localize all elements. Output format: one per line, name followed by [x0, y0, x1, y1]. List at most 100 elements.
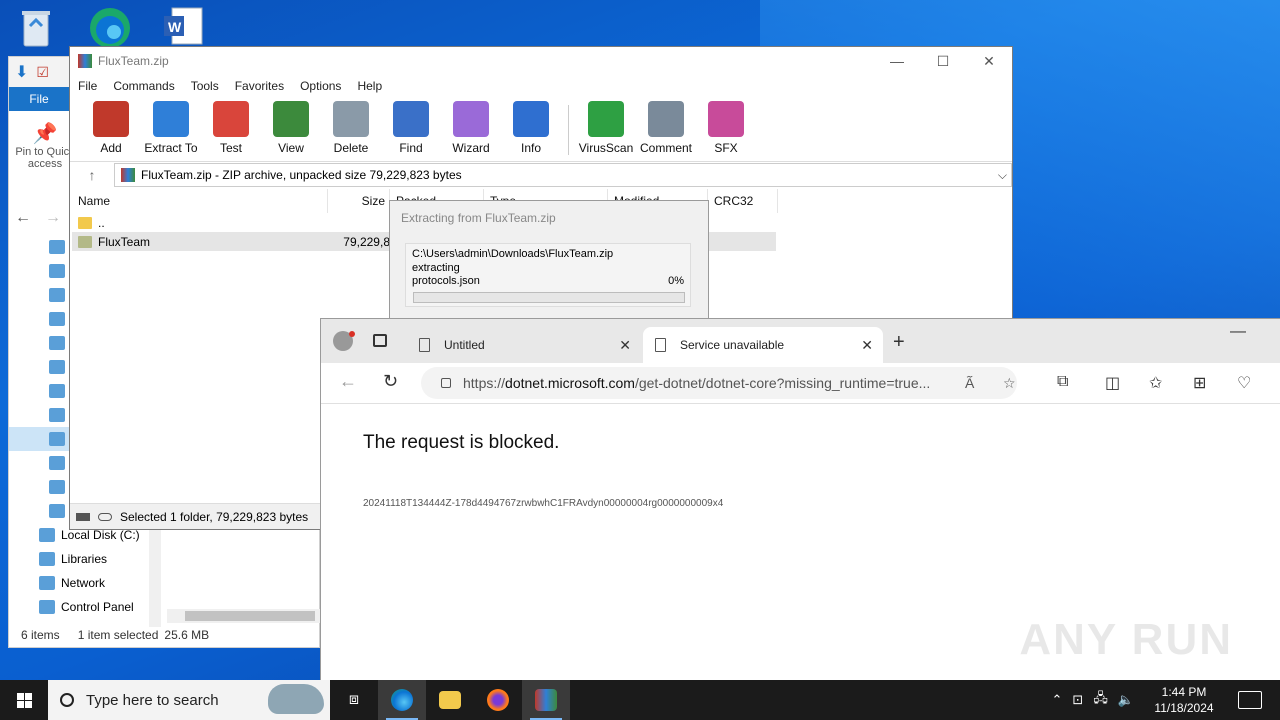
comment-icon [648, 101, 684, 137]
collections-icon[interactable]: ⊞ [1193, 373, 1206, 393]
recycle-bin-icon[interactable] [16, 6, 60, 50]
test-button[interactable]: Test [204, 101, 258, 159]
tab-service-unavailable[interactable]: Service unavailable ✕ [643, 327, 883, 363]
edge-browser-window: Untitled ✕ Service unavailable ✕ + — ← ↻… [320, 318, 1280, 680]
word-icon[interactable]: W [162, 6, 206, 50]
comment-button[interactable]: Comment [639, 101, 693, 159]
folder-icon [439, 691, 461, 709]
minimize-button[interactable]: — [1230, 323, 1246, 341]
close-button[interactable]: ✕ [966, 47, 1012, 75]
tab-actions-icon[interactable] [373, 334, 387, 347]
favorites-icon[interactable]: ✩ [1149, 373, 1162, 393]
toolbar-label: SFX [714, 141, 738, 155]
info-button[interactable]: Info [504, 101, 558, 159]
archive-path-text: FluxTeam.zip - ZIP archive, unpacked siz… [141, 167, 462, 182]
archive-path-field[interactable]: FluxTeam.zip - ZIP archive, unpacked siz… [114, 162, 1012, 187]
menu-options[interactable]: Options [300, 79, 341, 93]
tree-item[interactable]: Control Panel [9, 595, 159, 619]
tree-item[interactable]: Libraries [9, 547, 159, 571]
address-toolbar: ← ↻ https://dotnet.microsoft.com/get-dot… [321, 363, 1280, 403]
up-one-level-icon[interactable]: ↑ [70, 167, 114, 183]
show-hidden-icons-icon[interactable]: ⌃ [1052, 692, 1063, 708]
progress-percent: 0% [668, 275, 684, 287]
winrar-title-bar[interactable]: FluxTeam.zip [70, 47, 1012, 75]
browser-essentials-icon[interactable]: ♡ [1237, 373, 1251, 393]
maximize-button[interactable]: ☐ [920, 47, 966, 75]
read-aloud-icon[interactable]: A᷉ [965, 375, 974, 391]
close-tab-icon[interactable]: ✕ [861, 337, 873, 354]
start-button[interactable] [0, 680, 48, 720]
add-button[interactable]: Add [84, 101, 138, 159]
page-content: The request is blocked. 20241118T134444Z… [321, 403, 1280, 681]
minimize-button[interactable]: — [874, 47, 920, 75]
column-header-name[interactable]: Name [72, 189, 328, 213]
extract-action: extracting [412, 261, 460, 274]
taskbar-firefox[interactable] [474, 680, 522, 720]
clock[interactable]: 1:44 PM 11/18/2024 [1144, 684, 1224, 716]
downloads-icon [49, 432, 65, 446]
winrar-title: FluxTeam.zip [98, 54, 169, 68]
menu-commands[interactable]: Commands [113, 79, 174, 93]
tab-untitled[interactable]: Untitled ✕ [407, 327, 641, 363]
notifications-icon[interactable] [1238, 691, 1262, 709]
find-button[interactable]: Find [384, 101, 438, 159]
tree-vertical-scrollbar[interactable] [149, 527, 161, 627]
column-header-crc32[interactable]: CRC32 [708, 189, 778, 213]
clock-date: 11/18/2024 [1154, 701, 1214, 715]
column-header-size[interactable]: Size [328, 189, 390, 213]
selection-status: Selected 1 folder, 79,229,823 bytes [120, 509, 309, 524]
horizontal-scrollbar[interactable] [167, 609, 321, 623]
control-panel-icon [39, 600, 55, 614]
ribbon-file-tab[interactable]: File [9, 87, 69, 111]
network-icon[interactable]: 🖧 [1093, 689, 1108, 711]
delete-button[interactable]: Delete [324, 101, 378, 159]
virusscan-button[interactable]: VirusScan [579, 101, 633, 159]
close-tab-icon[interactable]: ✕ [619, 337, 631, 354]
file-size: 79,229,8 [343, 234, 390, 249]
taskbar-file-explorer[interactable] [426, 680, 474, 720]
quick-access-download-icon[interactable]: ⬇ [15, 62, 28, 82]
chevron-down-icon[interactable]: ⌵ [998, 168, 1007, 183]
winrar-address-bar: ↑ FluxTeam.zip - ZIP archive, unpacked s… [70, 161, 1012, 187]
menu-tools[interactable]: Tools [191, 79, 219, 93]
edge-icon[interactable] [86, 4, 130, 48]
taskbar-winrar[interactable] [522, 680, 570, 720]
new-tab-button[interactable]: + [893, 331, 905, 354]
toolbar-label: Delete [333, 141, 369, 155]
pin-to-quick-access-button[interactable]: 📌 Pin to Quick access [15, 121, 75, 170]
wizard-button[interactable]: Wizard [444, 101, 498, 159]
back-icon[interactable]: ← [339, 371, 357, 392]
menu-favorites[interactable]: Favorites [235, 79, 284, 93]
libraries-icon [39, 552, 55, 566]
network-icon [49, 264, 65, 278]
tab-title: Service unavailable [680, 338, 785, 352]
toolbar-label: View [278, 141, 304, 155]
meet-now-icon[interactable]: ⊡ [1072, 692, 1083, 708]
menu-file[interactable]: File [78, 79, 97, 93]
extensions-icon[interactable]: ⧉ [1057, 373, 1068, 391]
refresh-icon[interactable]: ↻ [383, 371, 398, 392]
3d-objects-icon [49, 360, 65, 374]
task-view-button[interactable]: ⧈ [330, 680, 378, 720]
file-name: .. [98, 215, 105, 230]
clock-time: 1:44 PM [1161, 685, 1207, 699]
tree-item[interactable]: Network [9, 571, 159, 595]
taskbar-search-box[interactable]: Type here to search [48, 680, 330, 720]
split-screen-icon[interactable]: ◫ [1105, 373, 1120, 393]
favorite-star-icon[interactable]: ☆ [1003, 375, 1016, 392]
extract-to-button[interactable]: Extract To [144, 101, 198, 159]
taskbar-edge[interactable] [378, 680, 426, 720]
volume-icon[interactable]: 🔈 [1118, 692, 1134, 708]
test-icon [213, 101, 249, 137]
view-button[interactable]: View [264, 101, 318, 159]
menu-help[interactable]: Help [357, 79, 382, 93]
tree-item-label: Local Disk (C:) [61, 528, 140, 542]
lock-icon[interactable] [441, 378, 451, 388]
properties-icon[interactable]: ☑ [36, 64, 49, 81]
back-arrow-icon[interactable]: ← [15, 209, 31, 227]
network-icon [39, 576, 55, 590]
taskbar: Type here to search ⧈ ⌃ ⊡ 🖧 🔈 1:44 PM 11… [0, 680, 1280, 720]
address-bar[interactable]: https://dotnet.microsoft.com/get-dotnet/… [421, 367, 1017, 399]
sfx-button[interactable]: SFX [699, 101, 753, 159]
forward-arrow-icon[interactable]: → [45, 209, 61, 227]
